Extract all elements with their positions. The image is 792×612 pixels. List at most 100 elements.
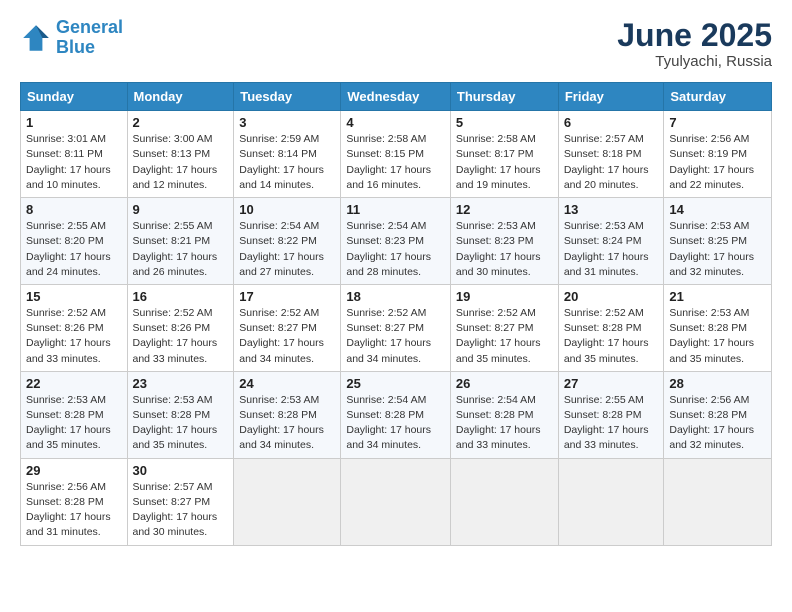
logo-icon	[20, 22, 52, 54]
table-cell: 19 Sunrise: 2:52 AM Sunset: 8:27 PM Dayli…	[450, 284, 558, 371]
table-cell: 22 Sunrise: 2:53 AM Sunset: 8:28 PM Dayli…	[21, 371, 128, 458]
day-number: 26	[456, 376, 553, 391]
day-info: Sunrise: 2:53 AM Sunset: 8:28 PM Dayligh…	[239, 393, 335, 454]
day-info: Sunrise: 2:54 AM Sunset: 8:22 PM Dayligh…	[239, 219, 335, 280]
day-number: 10	[239, 202, 335, 217]
table-cell: 13 Sunrise: 2:53 AM Sunset: 8:24 PM Dayli…	[558, 198, 664, 285]
day-number: 15	[26, 289, 122, 304]
table-cell: 15 Sunrise: 2:52 AM Sunset: 8:26 PM Dayli…	[21, 284, 128, 371]
table-cell: 11 Sunrise: 2:54 AM Sunset: 8:23 PM Dayli…	[341, 198, 451, 285]
day-number: 17	[239, 289, 335, 304]
day-info: Sunrise: 3:01 AM Sunset: 8:11 PM Dayligh…	[26, 132, 122, 193]
day-number: 19	[456, 289, 553, 304]
day-info: Sunrise: 2:53 AM Sunset: 8:24 PM Dayligh…	[564, 219, 659, 280]
table-cell: 17 Sunrise: 2:52 AM Sunset: 8:27 PM Dayli…	[234, 284, 341, 371]
day-info: Sunrise: 2:57 AM Sunset: 8:18 PM Dayligh…	[564, 132, 659, 193]
table-cell: 10 Sunrise: 2:54 AM Sunset: 8:22 PM Dayli…	[234, 198, 341, 285]
day-info: Sunrise: 2:52 AM Sunset: 8:26 PM Dayligh…	[26, 306, 122, 367]
day-info: Sunrise: 3:00 AM Sunset: 8:13 PM Dayligh…	[133, 132, 229, 193]
day-info: Sunrise: 2:52 AM Sunset: 8:28 PM Dayligh…	[564, 306, 659, 367]
table-cell: 4Sunrise: 2:58 AM Sunset: 8:15 PM Daylig…	[341, 111, 451, 198]
logo: General Blue	[20, 18, 123, 58]
title-block: June 2025 Tyulyachi, Russia	[617, 18, 772, 70]
day-number: 30	[133, 463, 229, 478]
day-info: Sunrise: 2:57 AM Sunset: 8:27 PM Dayligh…	[133, 480, 229, 541]
table-cell: 28 Sunrise: 2:56 AM Sunset: 8:28 PM Dayli…	[664, 371, 772, 458]
day-number: 1	[26, 115, 122, 130]
calendar-table: Sunday Monday Tuesday Wednesday Thursday…	[20, 82, 772, 545]
table-cell: 8 Sunrise: 2:55 AM Sunset: 8:20 PM Daylig…	[21, 198, 128, 285]
calendar-row: 15 Sunrise: 2:52 AM Sunset: 8:26 PM Dayli…	[21, 284, 772, 371]
day-number: 4	[346, 115, 445, 130]
logo-text: General Blue	[56, 18, 123, 58]
day-info: Sunrise: 2:54 AM Sunset: 8:28 PM Dayligh…	[456, 393, 553, 454]
day-number: 18	[346, 289, 445, 304]
table-cell: 18 Sunrise: 2:52 AM Sunset: 8:27 PM Dayli…	[341, 284, 451, 371]
day-info: Sunrise: 2:53 AM Sunset: 8:28 PM Dayligh…	[133, 393, 229, 454]
day-number: 27	[564, 376, 659, 391]
day-info: Sunrise: 2:53 AM Sunset: 8:25 PM Dayligh…	[669, 219, 766, 280]
table-cell: 1 Sunrise: 3:01 AM Sunset: 8:11 PM Daylig…	[21, 111, 128, 198]
col-thursday: Thursday	[450, 83, 558, 111]
col-wednesday: Wednesday	[341, 83, 451, 111]
calendar-page: General Blue June 2025 Tyulyachi, Russia…	[0, 0, 792, 612]
day-info: Sunrise: 2:52 AM Sunset: 8:27 PM Dayligh…	[456, 306, 553, 367]
day-number: 25	[346, 376, 445, 391]
day-number: 28	[669, 376, 766, 391]
table-cell: 7Sunrise: 2:56 AM Sunset: 8:19 PM Daylig…	[664, 111, 772, 198]
table-cell: 30 Sunrise: 2:57 AM Sunset: 8:27 PM Dayli…	[127, 458, 234, 545]
calendar-row: 8 Sunrise: 2:55 AM Sunset: 8:20 PM Daylig…	[21, 198, 772, 285]
table-cell: 5 Sunrise: 2:58 AM Sunset: 8:17 PM Daylig…	[450, 111, 558, 198]
table-cell: 9Sunrise: 2:55 AM Sunset: 8:21 PM Daylig…	[127, 198, 234, 285]
table-cell: 23 Sunrise: 2:53 AM Sunset: 8:28 PM Dayli…	[127, 371, 234, 458]
day-info: Sunrise: 2:53 AM Sunset: 8:28 PM Dayligh…	[26, 393, 122, 454]
table-cell: 16Sunrise: 2:52 AM Sunset: 8:26 PM Dayli…	[127, 284, 234, 371]
header-row: Sunday Monday Tuesday Wednesday Thursday…	[21, 83, 772, 111]
day-number: 9	[133, 202, 229, 217]
day-info: Sunrise: 2:56 AM Sunset: 8:28 PM Dayligh…	[669, 393, 766, 454]
day-number: 20	[564, 289, 659, 304]
day-info: Sunrise: 2:55 AM Sunset: 8:28 PM Dayligh…	[564, 393, 659, 454]
day-info: Sunrise: 2:52 AM Sunset: 8:27 PM Dayligh…	[239, 306, 335, 367]
day-number: 7	[669, 115, 766, 130]
day-info: Sunrise: 2:53 AM Sunset: 8:23 PM Dayligh…	[456, 219, 553, 280]
day-number: 29	[26, 463, 122, 478]
day-number: 21	[669, 289, 766, 304]
day-info: Sunrise: 2:52 AM Sunset: 8:27 PM Dayligh…	[346, 306, 445, 367]
table-cell: 20 Sunrise: 2:52 AM Sunset: 8:28 PM Dayli…	[558, 284, 664, 371]
table-cell	[341, 458, 451, 545]
month-title: June 2025	[617, 18, 772, 53]
day-number: 22	[26, 376, 122, 391]
table-cell: 6 Sunrise: 2:57 AM Sunset: 8:18 PM Daylig…	[558, 111, 664, 198]
day-info: Sunrise: 2:53 AM Sunset: 8:28 PM Dayligh…	[669, 306, 766, 367]
day-info: Sunrise: 2:55 AM Sunset: 8:20 PM Dayligh…	[26, 219, 122, 280]
table-cell	[234, 458, 341, 545]
table-cell: 14 Sunrise: 2:53 AM Sunset: 8:25 PM Dayli…	[664, 198, 772, 285]
day-info: Sunrise: 2:58 AM Sunset: 8:17 PM Dayligh…	[456, 132, 553, 193]
day-info: Sunrise: 2:59 AM Sunset: 8:14 PM Dayligh…	[239, 132, 335, 193]
day-info: Sunrise: 2:56 AM Sunset: 8:28 PM Dayligh…	[26, 480, 122, 541]
table-cell	[450, 458, 558, 545]
day-number: 2	[133, 115, 229, 130]
header: General Blue June 2025 Tyulyachi, Russia	[20, 18, 772, 70]
day-number: 13	[564, 202, 659, 217]
day-number: 16	[133, 289, 229, 304]
day-number: 6	[564, 115, 659, 130]
table-cell: 2 Sunrise: 3:00 AM Sunset: 8:13 PM Daylig…	[127, 111, 234, 198]
calendar-row: 1 Sunrise: 3:01 AM Sunset: 8:11 PM Daylig…	[21, 111, 772, 198]
col-saturday: Saturday	[664, 83, 772, 111]
table-cell: 24Sunrise: 2:53 AM Sunset: 8:28 PM Dayli…	[234, 371, 341, 458]
day-number: 5	[456, 115, 553, 130]
day-number: 8	[26, 202, 122, 217]
location: Tyulyachi, Russia	[617, 53, 772, 70]
calendar-row: 29 Sunrise: 2:56 AM Sunset: 8:28 PM Dayli…	[21, 458, 772, 545]
table-cell	[558, 458, 664, 545]
day-info: Sunrise: 2:54 AM Sunset: 8:23 PM Dayligh…	[346, 219, 445, 280]
day-number: 23	[133, 376, 229, 391]
col-tuesday: Tuesday	[234, 83, 341, 111]
col-friday: Friday	[558, 83, 664, 111]
day-number: 12	[456, 202, 553, 217]
day-number: 11	[346, 202, 445, 217]
table-cell: 21 Sunrise: 2:53 AM Sunset: 8:28 PM Dayli…	[664, 284, 772, 371]
day-number: 14	[669, 202, 766, 217]
